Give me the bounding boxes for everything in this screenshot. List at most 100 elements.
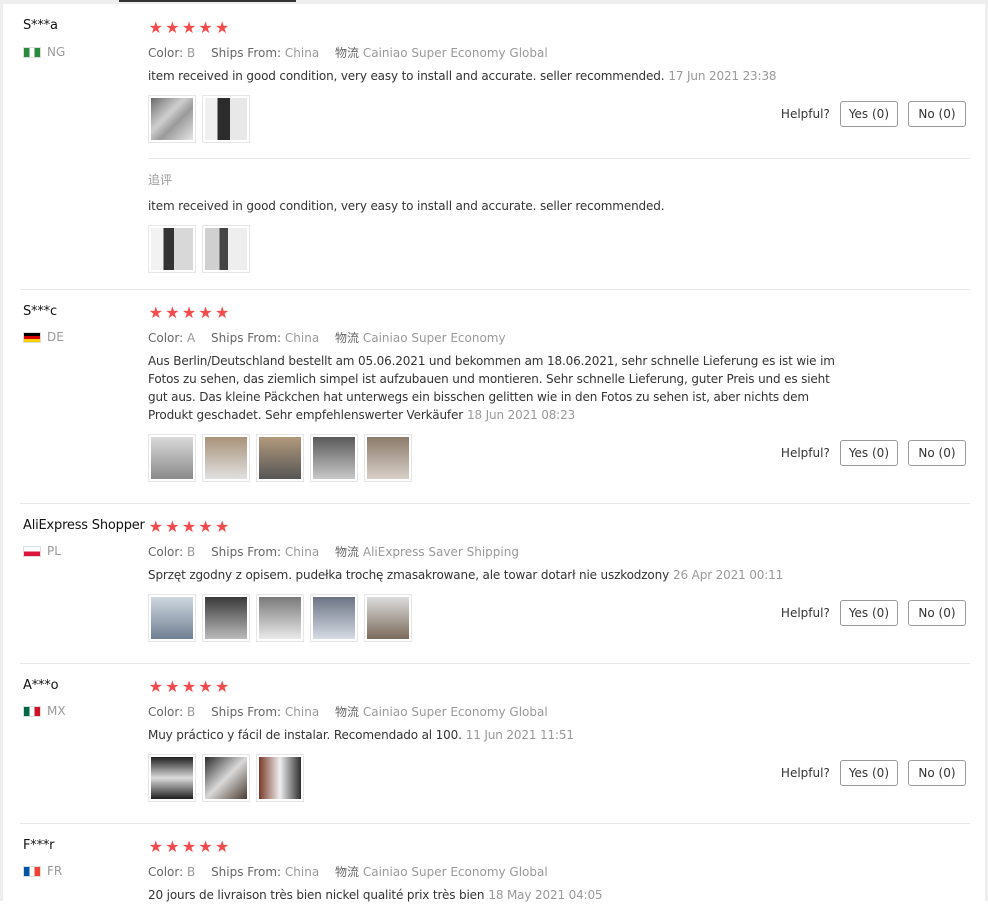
reviewer-country: DE [23, 330, 64, 344]
helpful-no-button[interactable]: No (0) [908, 101, 966, 127]
review-line: Aus Berlin/Deutschland bestellt am 05.06… [148, 354, 835, 368]
color-value: B [187, 46, 196, 60]
flag-mx-icon [23, 705, 41, 717]
review-photo-thumbnail[interactable] [202, 225, 250, 273]
star-icon: ★ [165, 837, 180, 856]
active-tab-indicator [119, 0, 296, 2]
ships-from-label: Ships From: [211, 545, 282, 559]
helpful-yes-button[interactable]: Yes (0) [839, 440, 898, 466]
review-line: Fotos zu sehen, das ziemlich simpel ist … [148, 372, 830, 386]
star-icon: ★ [181, 677, 197, 696]
review-date: 26 Apr 2021 00:11 [673, 568, 784, 582]
color-label: Color: [148, 705, 184, 719]
star-rating: ★ ★ ★ ★ ★ [148, 519, 230, 535]
followup-photos [148, 225, 250, 273]
review-photo-thumbnail[interactable] [256, 434, 304, 482]
review-photo-thumbnail[interactable] [256, 754, 304, 802]
color-value: B [187, 865, 196, 879]
ships-from-label: Ships From: [211, 46, 282, 60]
review-photo-thumbnail[interactable] [148, 95, 196, 143]
helpful-yes-button[interactable]: Yes (0) [839, 760, 898, 786]
star-icon: ★ [148, 837, 163, 856]
review-photo-thumbnail[interactable] [202, 95, 250, 143]
review-body: Sprzęt zgodny z opisem. pudełka trochę z… [148, 568, 670, 582]
logistics-label: 物流 [335, 331, 360, 345]
ships-from-value: China [284, 545, 320, 559]
logistics-value: AliExpress Saver Shipping [362, 545, 519, 559]
helpful-vote: Helpful? Yes (0) No (0) [781, 101, 966, 127]
review-photo-thumbnail[interactable] [202, 434, 250, 482]
color-label: Color: [148, 865, 184, 879]
review-meta: Color: B Ships From: China 物流 AliExpress… [148, 543, 531, 560]
helpful-no-button[interactable]: No (0) [908, 600, 966, 626]
review-body: item received in good condition, very ea… [148, 69, 665, 83]
helpful-yes-button[interactable]: Yes (0) [839, 600, 898, 626]
star-icon: ★ [148, 517, 163, 536]
star-icon: ★ [181, 18, 197, 37]
reviewer-name: AliExpress Shopper [23, 518, 145, 533]
review-photo-thumbnail[interactable] [202, 754, 250, 802]
star-icon: ★ [181, 303, 197, 322]
helpful-no-button[interactable]: No (0) [908, 440, 966, 466]
color-value: B [187, 705, 196, 719]
review-text: Aus Berlin/Deutschland bestellt am 05.06… [148, 352, 860, 424]
reviewer-name: F***r [23, 838, 55, 853]
review-photo-thumbnail[interactable] [310, 594, 358, 642]
color-value: A [187, 331, 196, 345]
star-icon: ★ [165, 517, 180, 536]
review-text: Sprzęt zgodny z opisem. pudełka trochę z… [148, 566, 860, 584]
followup-text: item received in good condition, very ea… [148, 199, 665, 213]
review-photo-thumbnail[interactable] [148, 434, 196, 482]
reviewer-name: S***a [23, 18, 58, 33]
frame-border-left [0, 4, 3, 901]
logistics-label: 物流 [335, 46, 360, 60]
review-date: 18 May 2021 04:05 [488, 888, 603, 902]
review-date: 11 Jun 2021 11:51 [465, 728, 574, 742]
review-photo-thumbnail[interactable] [364, 594, 412, 642]
review-meta: Color: B Ships From: China 物流 Cainiao Su… [148, 44, 560, 61]
review-date: 18 Jun 2021 08:23 [467, 408, 576, 422]
star-icon: ★ [198, 303, 213, 322]
logistics-label: 物流 [335, 545, 360, 559]
helpful-label: Helpful? [780, 446, 830, 460]
review-text: item received in good condition, very ea… [148, 67, 860, 85]
helpful-no-button[interactable]: No (0) [908, 760, 966, 786]
star-icon: ★ [215, 837, 230, 856]
review-body: Muy práctico y fácil de instalar. Recome… [148, 728, 462, 742]
ships-from-label: Ships From: [211, 331, 282, 345]
review-photo-thumbnail[interactable] [310, 434, 358, 482]
flag-pl-icon [23, 545, 41, 557]
star-icon: ★ [165, 18, 180, 37]
review-body: 20 jours de livraison très bien nickel q… [148, 888, 485, 902]
review-photo-thumbnail[interactable] [148, 754, 196, 802]
logistics-label: 物流 [335, 865, 360, 879]
followup-label: 追评 [148, 173, 173, 187]
star-icon: ★ [198, 677, 213, 696]
review-meta: Color: B Ships From: China 物流 Cainiao Su… [148, 703, 560, 720]
ships-from-label: Ships From: [211, 705, 282, 719]
review-photo-thumbnail[interactable] [256, 594, 304, 642]
review-photos [148, 434, 412, 482]
reviewer-country: PL [23, 544, 61, 558]
star-rating: ★ ★ ★ ★ ★ [148, 305, 230, 321]
review-photo-thumbnail[interactable] [148, 225, 196, 273]
review-line: gut aus. Das kleine Päckchen hat unterwe… [148, 390, 809, 404]
logistics-label: 物流 [335, 705, 360, 719]
star-icon: ★ [148, 677, 163, 696]
helpful-yes-button[interactable]: Yes (0) [839, 101, 898, 127]
review-photo-thumbnail[interactable] [202, 594, 250, 642]
helpful-vote: Helpful? Yes (0) No (0) [781, 760, 966, 786]
color-value: B [187, 545, 196, 559]
color-label: Color: [148, 46, 184, 60]
star-rating: ★ ★ ★ ★ ★ [148, 839, 230, 855]
star-rating: ★ ★ ★ ★ ★ [148, 20, 230, 36]
ships-from-value: China [284, 865, 320, 879]
review-text: Muy práctico y fácil de instalar. Recome… [148, 726, 860, 744]
review-photo-thumbnail[interactable] [364, 434, 412, 482]
ships-from-value: China [284, 705, 320, 719]
review-separator [20, 503, 970, 504]
star-icon: ★ [165, 677, 180, 696]
review-photo-thumbnail[interactable] [148, 594, 196, 642]
reviewer-country: MX [23, 704, 66, 718]
star-icon: ★ [215, 18, 230, 37]
